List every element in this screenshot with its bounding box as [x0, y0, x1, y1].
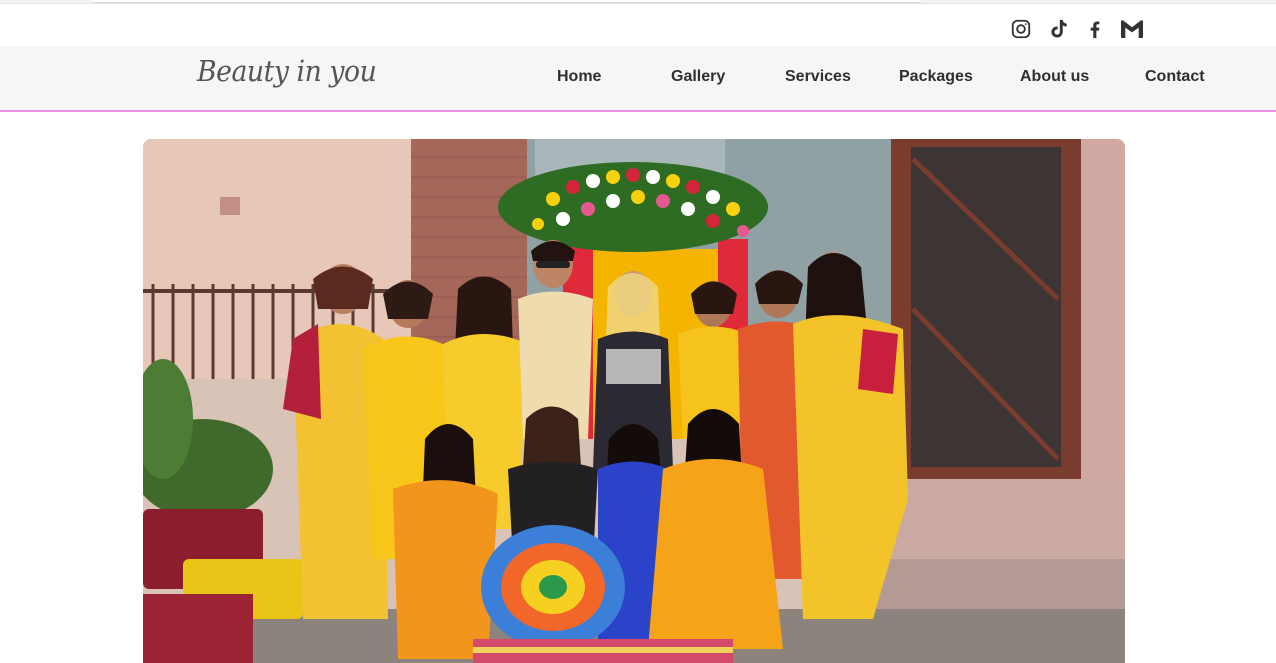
hero-photo	[143, 139, 1125, 663]
top-strip-inner	[92, 0, 922, 3]
instagram-icon[interactable]	[1008, 16, 1034, 42]
main-navbar: Beauty in you Home Gallery Services Pack…	[0, 46, 1276, 112]
tiktok-icon[interactable]	[1045, 16, 1071, 42]
facebook-icon[interactable]	[1082, 16, 1108, 42]
nav-packages[interactable]: Packages	[899, 68, 973, 86]
gmail-icon[interactable]	[1119, 16, 1145, 42]
nav-services[interactable]: Services	[785, 68, 851, 86]
brand-logo[interactable]: Beauty in you	[197, 54, 377, 88]
browser-top-strip	[0, 0, 1276, 4]
nav-contact[interactable]: Contact	[1145, 68, 1205, 86]
social-links	[1008, 16, 1145, 42]
nav-about-us[interactable]: About us	[1020, 68, 1089, 86]
nav-home[interactable]: Home	[557, 68, 601, 86]
nav-gallery[interactable]: Gallery	[671, 68, 725, 86]
